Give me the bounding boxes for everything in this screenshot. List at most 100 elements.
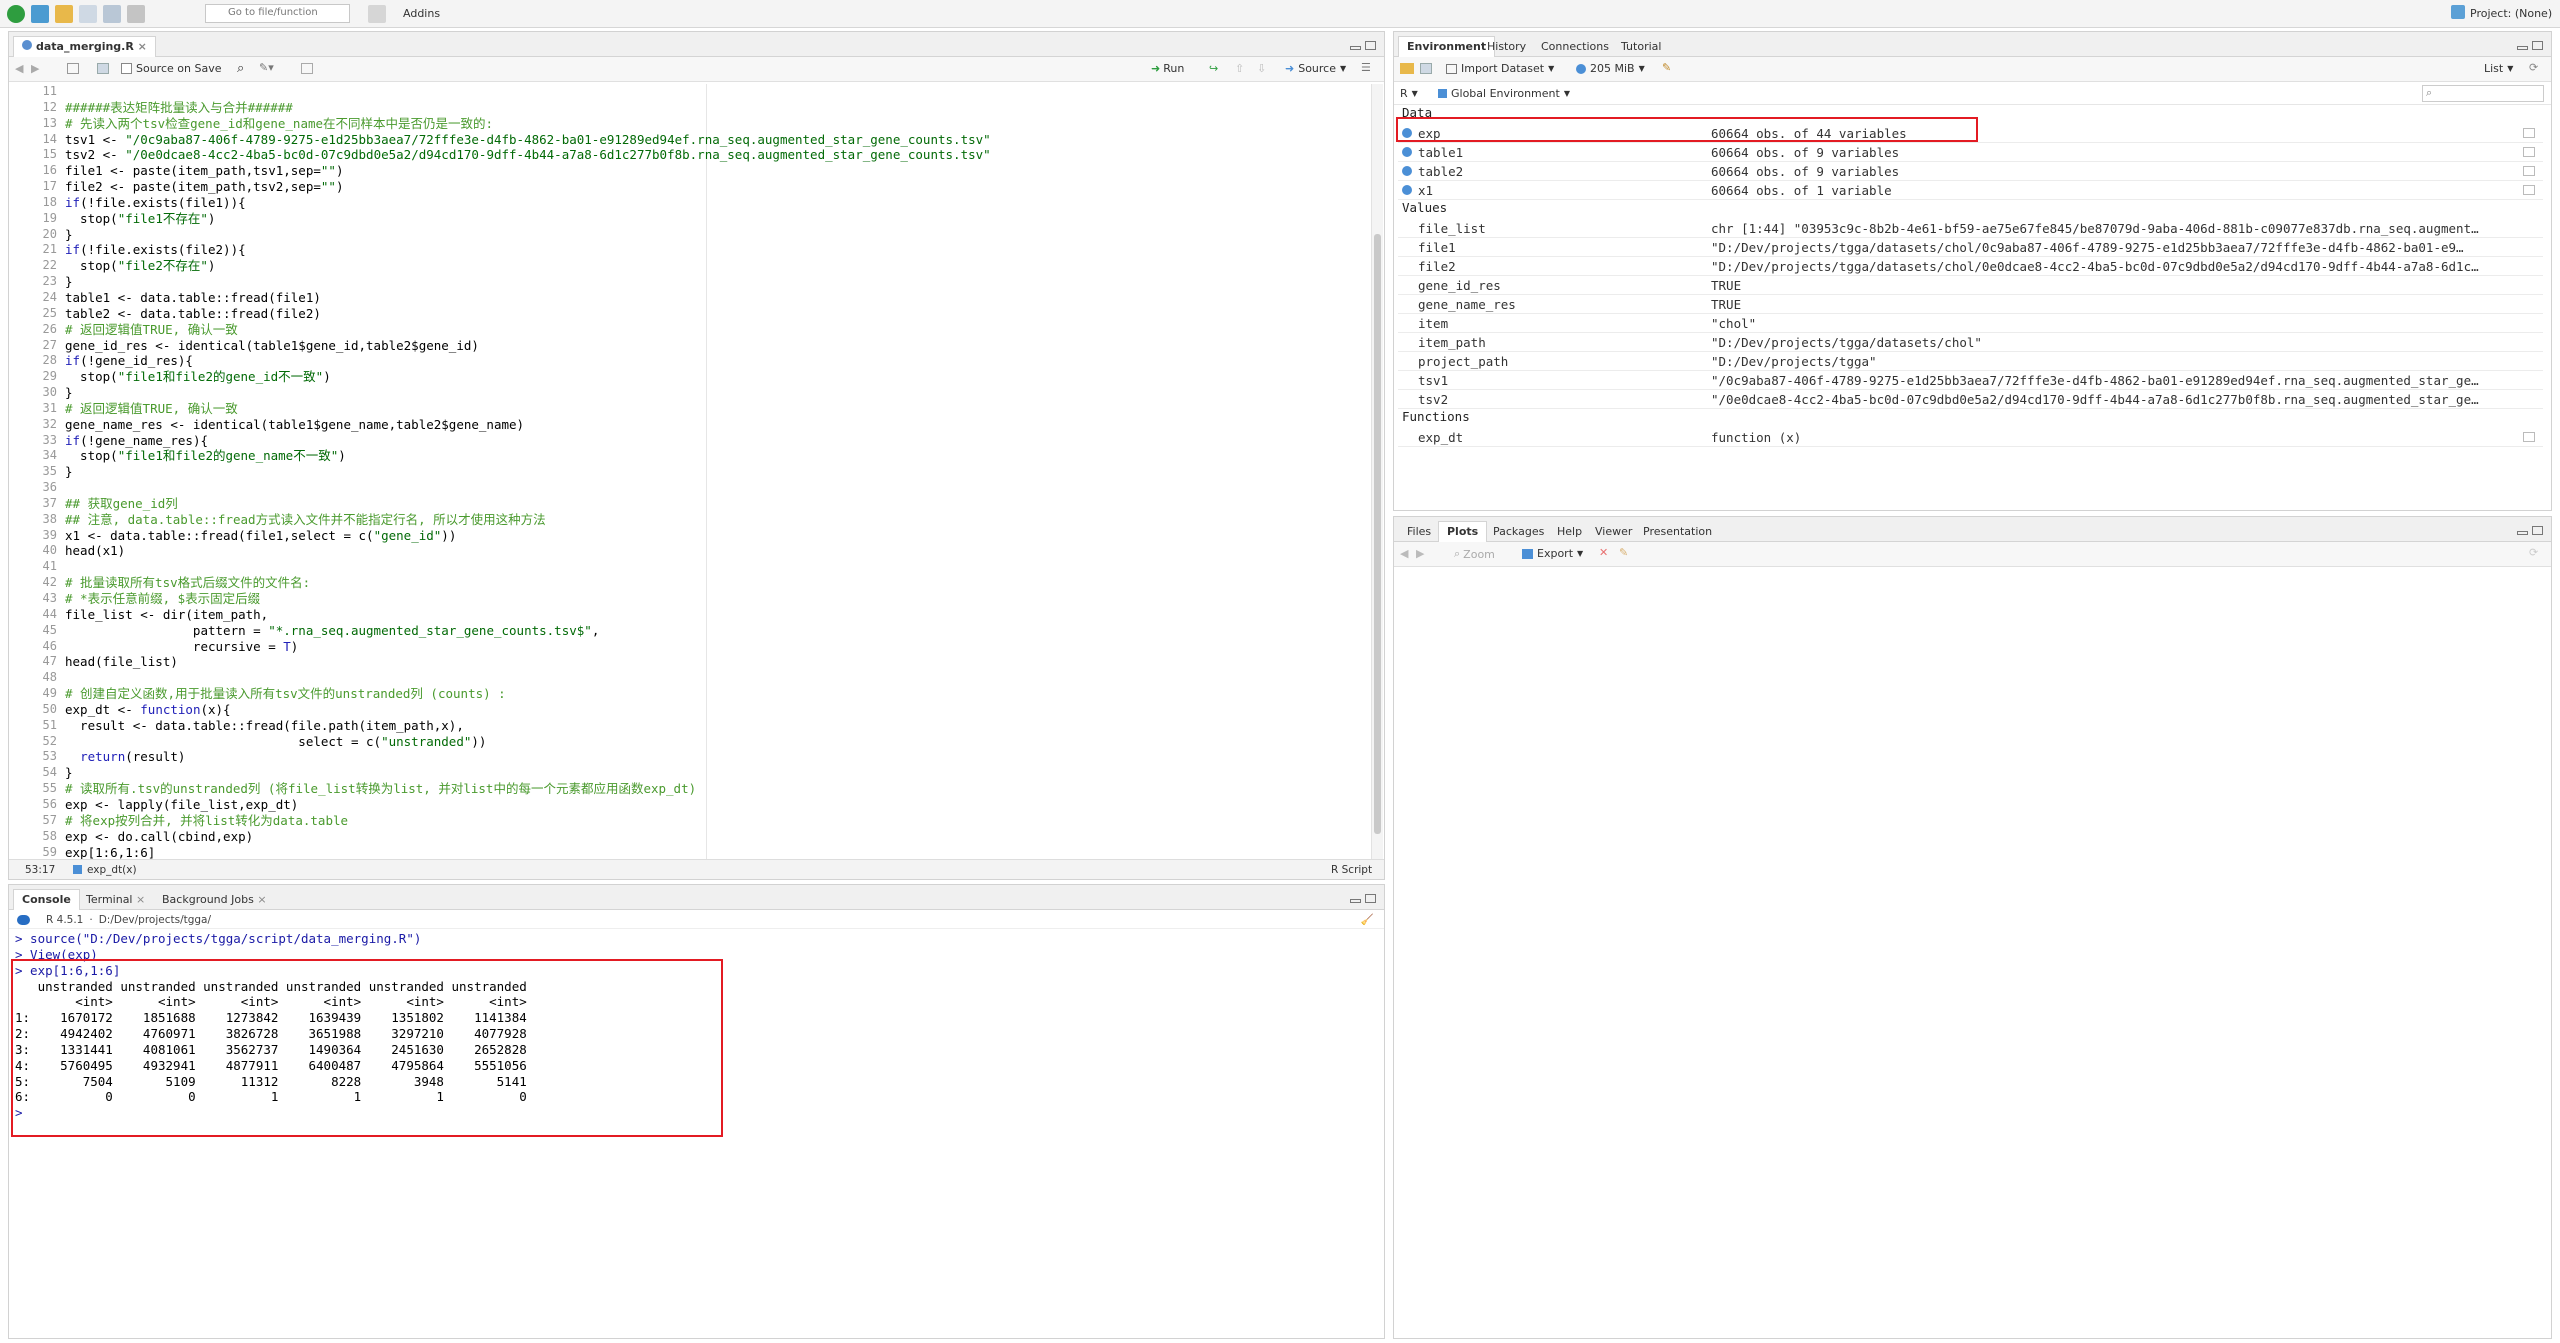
code-line[interactable]: if(!gene_name_res){ [65, 433, 1365, 449]
code-line[interactable]: return(result) [65, 749, 1365, 765]
code-line[interactable]: if(!file.exists(file2)){ [65, 242, 1365, 258]
code-line[interactable]: exp <- do.call(cbind,exp) [65, 829, 1365, 845]
code-line[interactable]: stop("file2不存在") [65, 258, 1365, 274]
save-workspace-icon[interactable] [1420, 63, 1432, 74]
code-line[interactable]: file_list <- dir(item_path, [65, 607, 1365, 623]
code-line[interactable]: # 批量读取所有tsv格式后缀文件的文件名: [65, 575, 1365, 591]
view-grid-icon[interactable] [2523, 432, 2535, 442]
code-line[interactable]: tsv2 <- "/0e0dcae8-4cc2-4ba5-bc0d-07c9db… [65, 147, 1365, 163]
compile-report-icon[interactable] [301, 63, 313, 74]
code-line[interactable]: } [65, 385, 1365, 401]
new-file-icon[interactable] [7, 5, 25, 23]
back-arrow-icon[interactable]: ◀ [15, 62, 23, 75]
addins-menu[interactable]: Addins [403, 7, 440, 20]
list-view-button[interactable]: List ▼ [2484, 62, 2513, 75]
tab-files[interactable]: Files [1398, 521, 1440, 542]
editor-tab[interactable]: data_merging.R × [13, 36, 156, 57]
env-row-tsv2[interactable]: tsv2 "/0e0dcae8-4cc2-4ba5-bc0d-07c9dbd0e5… [1398, 390, 2543, 409]
code-line[interactable]: ## 获取gene_id列 [65, 496, 1365, 512]
code-line[interactable]: pattern = "*.rna_seq.augmented_star_gene… [65, 623, 1365, 639]
print-icon[interactable] [127, 5, 145, 23]
env-row-tsv1[interactable]: tsv1 "/0c9aba87-406f-4789-9275-e1d25bb3ae… [1398, 371, 2543, 390]
env-row-file2[interactable]: file2 "D:/Dev/projects/tgga/datasets/chol… [1398, 257, 2543, 276]
code-line[interactable]: # 将exp按列合并, 并将list转化为data.table [65, 813, 1365, 829]
open-workspace-icon[interactable] [1400, 63, 1414, 74]
broom-icon[interactable]: ✎ [1619, 546, 1628, 559]
editor-scrollbar[interactable] [1371, 84, 1383, 859]
broom-icon[interactable]: ✎ [1662, 61, 1671, 74]
remove-plot-icon[interactable]: ✕ [1599, 546, 1608, 559]
project-menu[interactable]: Project: (None) [2470, 7, 2552, 20]
code-line[interactable]: ######表达矩阵批量读入与合并###### [65, 100, 1365, 116]
code-line[interactable]: if(!gene_id_res){ [65, 353, 1365, 369]
code-line[interactable]: table2 <- data.table::fread(file2) [65, 306, 1365, 322]
code-line[interactable]: exp_dt <- function(x){ [65, 702, 1365, 718]
tab-connections[interactable]: Connections [1532, 36, 1618, 57]
view-grid-icon[interactable] [2523, 128, 2535, 138]
expand-icon[interactable] [1402, 166, 1412, 176]
env-row-table2[interactable]: table2 60664 obs. of 9 variables [1398, 162, 2543, 181]
tab-presentation[interactable]: Presentation [1634, 521, 1721, 542]
code-line[interactable]: x1 <- data.table::fread(file1,select = c… [65, 528, 1365, 544]
env-row-file-list[interactable]: file_list chr [1:44] "03953c9c-8b2b-4e61-… [1398, 219, 2543, 238]
new-project-icon[interactable] [31, 5, 49, 23]
back-arrow-icon[interactable]: ◀ [1400, 547, 1408, 560]
view-grid-icon[interactable] [2523, 166, 2535, 176]
open-file-icon[interactable] [55, 5, 73, 23]
source-on-save-checkbox[interactable] [121, 63, 132, 74]
maximize-icon[interactable] [2532, 41, 2543, 50]
minimize-icon[interactable] [1350, 899, 1361, 903]
forward-arrow-icon[interactable]: ▶ [1416, 547, 1424, 560]
editor-scrollbar-thumb[interactable] [1374, 234, 1381, 834]
code-line[interactable]: file2 <- paste(item_path,tsv2,sep="") [65, 179, 1365, 195]
env-row-file1[interactable]: file1 "D:/Dev/projects/tgga/datasets/chol… [1398, 238, 2543, 257]
save-all-icon[interactable] [103, 5, 121, 23]
memory-usage-button[interactable]: 205 MiB ▼ [1576, 62, 1645, 75]
code-line[interactable] [65, 84, 1365, 100]
forward-arrow-icon[interactable]: ▶ [31, 62, 39, 75]
code-line[interactable]: } [65, 765, 1365, 781]
code-line[interactable]: ## 注意, data.table::fread方式读入文件并不能指定行名, 所… [65, 512, 1365, 528]
import-dataset-button[interactable]: Import Dataset ▼ [1446, 62, 1554, 75]
code-line[interactable]: head(file_list) [65, 654, 1365, 670]
tab-packages[interactable]: Packages [1484, 521, 1553, 542]
code-editor[interactable]: 11 12 13 14 15 16 17 18 19 20 21 22 23 24 25 26 27 28 29 30… [9, 84, 1374, 859]
environment-search-input[interactable]: ⌕ [2422, 85, 2544, 102]
view-grid-icon[interactable] [2523, 185, 2535, 195]
wand-icon[interactable]: ✎▾ [259, 61, 274, 74]
code-line[interactable]: result <- data.table::fread(file.path(it… [65, 718, 1365, 734]
maximize-icon[interactable] [1365, 41, 1376, 50]
go-to-file-input[interactable]: Go to file/function [205, 4, 350, 23]
grid-layout-icon[interactable] [368, 5, 386, 23]
minimize-icon[interactable] [1350, 46, 1361, 50]
code-line[interactable]: } [65, 227, 1365, 243]
code-line[interactable]: gene_name_res <- identical(table1$gene_n… [65, 417, 1365, 433]
tab-plots[interactable]: Plots [1438, 521, 1488, 542]
code-line[interactable]: # 读取所有.tsv的unstranded列 (将file_list转换为lis… [65, 781, 1365, 797]
code-line[interactable]: gene_id_res <- identical(table1$gene_id,… [65, 338, 1365, 354]
scope-label[interactable]: exp_dt(x) [87, 864, 137, 876]
save-icon[interactable] [97, 63, 109, 74]
tab-tutorial[interactable]: Tutorial [1612, 36, 1670, 57]
code-line[interactable]: head(x1) [65, 543, 1365, 559]
code-line[interactable]: # 先读入两个tsv检查gene_id和gene_name在不同样本中是否仍是一… [65, 116, 1365, 132]
refresh-icon[interactable]: ⟳ [2529, 61, 2538, 74]
code-line[interactable]: if(!file.exists(file1)){ [65, 195, 1365, 211]
save-icon[interactable] [79, 5, 97, 23]
code-line[interactable]: stop("file1和file2的gene_name不一致") [65, 448, 1365, 464]
env-row-x1[interactable]: x1 60664 obs. of 1 variable [1398, 181, 2543, 200]
env-row-table1[interactable]: table1 60664 obs. of 9 variables [1398, 143, 2543, 162]
maximize-icon[interactable] [1365, 894, 1376, 903]
code-line[interactable] [65, 670, 1365, 686]
env-row-item-path[interactable]: item_path "D:/Dev/projects/tgga/datasets/… [1398, 333, 2543, 352]
code-line[interactable] [65, 559, 1365, 575]
code-line[interactable]: # 返回逻辑值TRUE, 确认一致 [65, 401, 1365, 417]
code-line[interactable]: file1 <- paste(item_path,tsv1,sep="") [65, 163, 1365, 179]
code-text[interactable]: ######表达矩阵批量读入与合并###### # 先读入两个tsv检查gene_… [65, 84, 1365, 859]
close-icon[interactable]: × [257, 893, 266, 906]
broom-icon[interactable]: 🧹 [1361, 913, 1374, 926]
view-grid-icon[interactable] [2523, 147, 2535, 157]
outline-icon[interactable]: ☰ [1361, 61, 1371, 74]
tab-help[interactable]: Help [1548, 521, 1591, 542]
code-line[interactable]: exp[1:6,1:6] [65, 845, 1365, 860]
